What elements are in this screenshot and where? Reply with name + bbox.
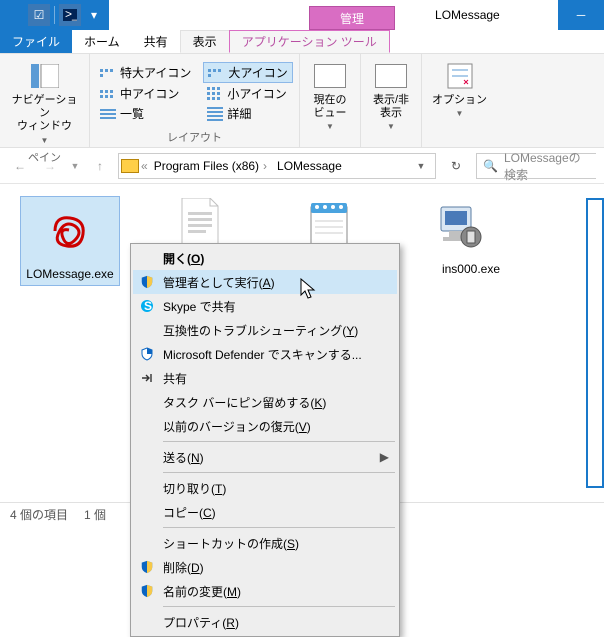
address-bar-row: ← → ▼ ↑ « Program Files (x86)› LOMessage… [0,148,604,184]
ribbon-group-show-hide: 表示/非 表示 ▼ [361,54,422,147]
ctx-separator [163,527,395,528]
ctx-send-to[interactable]: 送る(N)▶ [133,445,397,469]
search-input[interactable]: 🔍 LOMessageの検索 [476,153,596,179]
chevron-down-icon: ▼ [387,122,395,131]
folder-icon [121,159,139,173]
titlebar: ☑ >_ ▾ 管理 LOMessage ─ [0,0,604,30]
ctx-skype-share[interactable]: S Skype で共有 [133,294,397,318]
tab-home[interactable]: ホーム [72,30,132,53]
refresh-button[interactable]: ↻ [442,152,470,180]
chevron-down-icon: ▼ [326,122,334,131]
ctx-copy[interactable]: コピー(C) [133,500,397,524]
svg-text:>_: >_ [65,9,77,21]
current-view-button[interactable]: 現在の ビュー ▼ [306,58,354,133]
uninstaller-icon [430,196,490,256]
ctx-separator [163,472,395,473]
tab-share[interactable]: 共有 [132,30,180,53]
properties-icon[interactable]: ☑ [28,4,50,26]
chevron-down-icon: ▼ [41,136,49,145]
show-hide-button[interactable]: 表示/非 表示 ▼ [367,58,415,133]
layout-small[interactable]: 小アイコン [203,84,292,103]
recent-dropdown[interactable]: ▼ [68,154,82,178]
ctx-share[interactable]: 共有 [133,366,397,390]
shield-icon [139,583,155,599]
powershell-icon[interactable]: >_ [59,4,81,26]
layout-medium[interactable]: 中アイコン [96,84,195,103]
ctx-open[interactable]: 開く(O) [133,246,397,270]
chevron-right-icon: ▶ [380,450,389,464]
ctx-create-shortcut[interactable]: ショートカットの作成(S) [133,531,397,555]
context-menu: 開く(O) 管理者として実行(A) S Skype で共有 互換性のトラブルシュ… [130,243,400,637]
status-selected: 1 個 [84,506,106,523]
ctx-defender-scan[interactable]: Microsoft Defender でスキャンする... [133,342,397,366]
file-item-unins000[interactable]: ins000.exe [410,196,510,276]
shield-icon [139,274,155,290]
ribbon: ナビゲーション ウィンドウ ▼ ペイン 特大アイコン 大アイコン 中アイコン 小… [0,54,604,148]
svg-text:S: S [144,299,152,313]
minimize-button[interactable]: ─ [558,0,604,30]
file-label: LOMessage.exe [26,267,113,281]
up-button[interactable]: ↑ [88,154,112,178]
ctx-delete[interactable]: 削除(D) [133,555,397,579]
address-bar[interactable]: « Program Files (x86)› LOMessage ▼ [118,153,436,179]
search-placeholder: LOMessageの検索 [504,149,590,183]
ctx-separator [163,441,395,442]
preview-pane-handle[interactable] [586,198,604,488]
ctx-rename[interactable]: 名前の変更(M) [133,579,397,603]
nav-pane-label: ナビゲーション ウィンドウ [10,94,79,134]
contextual-tab-manage[interactable]: 管理 [309,6,395,30]
ribbon-tabs: ファイル ホーム 共有 表示 アプリケーション ツール [0,30,604,54]
window-title: LOMessage [395,8,540,22]
file-item-lomessage-exe[interactable]: LOMessage.exe [20,196,120,286]
tab-app-tools[interactable]: アプリケーション ツール [229,30,390,53]
ctx-separator [163,606,395,607]
nav-pane-button[interactable]: ナビゲーション ウィンドウ ▼ [6,58,83,147]
ctx-pin-taskbar[interactable]: タスク バーにピン留めする(K) [133,390,397,414]
title-area: 管理 LOMessage [109,0,558,30]
breadcrumb-lomessage[interactable]: LOMessage [273,159,346,173]
shield-icon [139,559,155,575]
breadcrumb-program-files[interactable]: Program Files (x86)› [150,159,271,173]
quick-access-toolbar: ☑ >_ ▾ [0,0,109,30]
ctx-cut[interactable]: 切り取り(T) [133,476,397,500]
options-button[interactable]: オプション ▼ [428,58,491,120]
explorer-icon[interactable] [4,4,26,26]
ctx-previous-versions[interactable]: 以前のバージョンの復元(V) [133,414,397,438]
search-icon: 🔍 [483,159,498,173]
ctx-run-as-admin[interactable]: 管理者として実行(A) [133,270,397,294]
layout-large[interactable]: 大アイコン [203,62,292,83]
group-label-layout: レイアウト [96,127,293,145]
ctx-compat[interactable]: 互換性のトラブルシューティング(Y) [133,318,397,342]
exe-icon [40,201,100,261]
tab-file[interactable]: ファイル [0,30,72,53]
layout-details[interactable]: 詳細 [203,104,292,123]
layout-extra-large[interactable]: 特大アイコン [96,62,195,83]
chevron-down-icon: ▼ [456,109,464,118]
file-label: ins000.exe [420,262,500,276]
qat-dropdown-icon[interactable]: ▾ [83,4,105,26]
ctx-properties[interactable]: プロパティ(R) [133,610,397,634]
ribbon-group-layout: 特大アイコン 大アイコン 中アイコン 小アイコン 一覧 詳細 レイアウト [90,54,300,147]
tab-view[interactable]: 表示 [180,30,230,53]
defender-icon [139,346,155,362]
ribbon-group-pane: ナビゲーション ウィンドウ ▼ ペイン [0,54,90,147]
back-button[interactable]: ← [8,154,32,178]
status-item-count: 4 個の項目 [10,506,68,523]
skype-icon: S [139,298,155,314]
forward-button[interactable]: → [38,154,62,178]
ribbon-group-current-view: 現在の ビュー ▼ [300,54,361,147]
ribbon-group-options: オプション ▼ [422,54,497,147]
address-dropdown-icon[interactable]: ▼ [409,154,433,178]
chevron-right-icon[interactable]: « [141,159,148,173]
layout-list[interactable]: 一覧 [96,104,195,123]
share-icon [139,370,155,386]
